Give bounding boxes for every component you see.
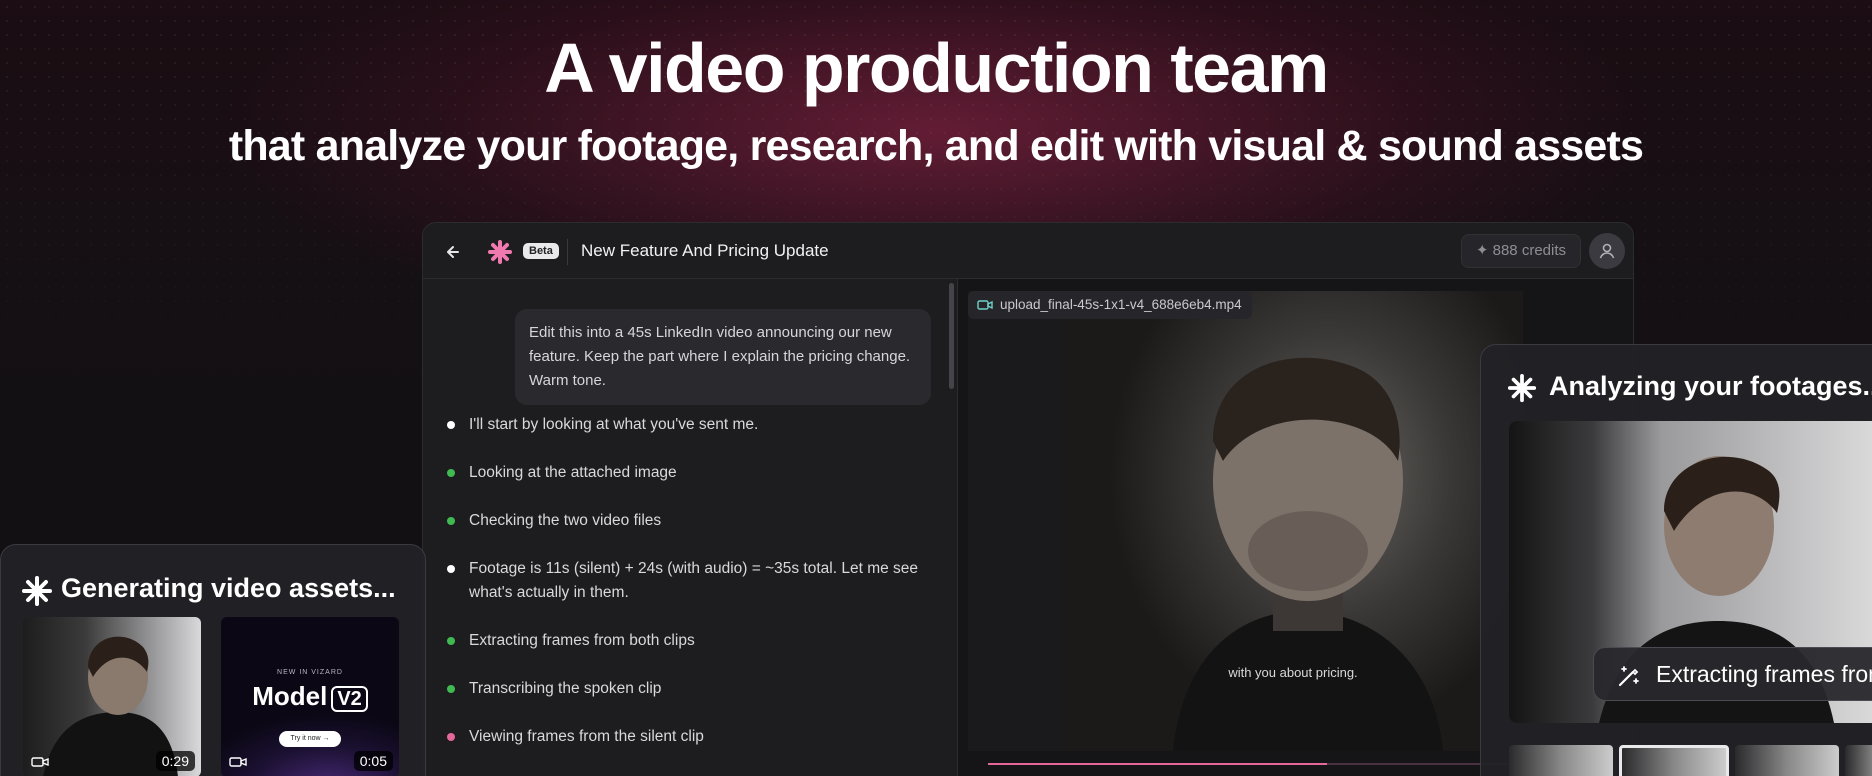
step-text: Looking at the attached image xyxy=(469,464,677,481)
step-status-dot xyxy=(447,565,455,573)
duration-badge: 0:29 xyxy=(155,751,195,771)
hero-title: A video production team xyxy=(544,29,1329,107)
analyzing-footage-card: Analyzing your footages... Extracting fr… xyxy=(1480,344,1872,776)
subtitle-caption: with you about pricing. xyxy=(1228,665,1358,680)
file-name: upload_final-45s-1x1-v4_688e6eb4.mp4 xyxy=(1000,297,1242,312)
agent-step: Looking at the attached image xyxy=(439,461,939,485)
sparkle-icon xyxy=(1507,373,1537,403)
playback-progress-bar[interactable] xyxy=(988,763,1518,765)
agent-step: Extracting frames from both clips xyxy=(439,629,939,653)
status-pill-label: Extracting frames from both clips xyxy=(1656,661,1872,687)
video-camera-icon xyxy=(31,757,49,767)
agent-step: I'll start by looking at what you've sen… xyxy=(439,413,939,437)
promo-version-label: V2 xyxy=(331,686,368,712)
beta-badge: Beta xyxy=(523,243,559,259)
step-text: Checking the two video files xyxy=(469,512,662,529)
user-message: Edit this into a 45s LinkedIn video anno… xyxy=(515,309,931,405)
agent-step: Footage is 11s (silent) + 24s (with audi… xyxy=(439,557,939,605)
step-status-dot xyxy=(447,421,455,429)
frame-thumbnail-selected[interactable] xyxy=(1619,745,1729,776)
step-status-dot xyxy=(447,469,455,477)
asset-thumbnail[interactable]: 0:29 xyxy=(23,617,201,776)
video-camera-icon xyxy=(229,757,247,767)
file-name-tag: upload_final-45s-1x1-v4_688e6eb4.mp4 xyxy=(968,291,1252,319)
step-text: Footage is 11s (silent) + 24s (with audi… xyxy=(469,560,919,601)
logo-icon[interactable] xyxy=(487,239,513,265)
step-status-dot xyxy=(447,517,455,525)
frame-thumbnail[interactable] xyxy=(1845,745,1872,776)
project-title[interactable]: New Feature And Pricing Update xyxy=(581,241,829,261)
presenter-silhouette xyxy=(1173,357,1443,751)
promo-cta: Try it now → xyxy=(279,731,341,747)
step-text: I'll start by looking at what you've sen… xyxy=(469,416,759,433)
chat-panel: Edit this into a 45s LinkedIn video anno… xyxy=(423,279,957,776)
agent-step: Checking the two video files xyxy=(439,509,939,533)
asset-thumbnail[interactable]: NEW IN VIZARD Model V2 Try it now → 0:05 xyxy=(221,617,399,776)
step-status-dot xyxy=(447,685,455,693)
playback-progress-fill xyxy=(988,763,1328,765)
credits-button[interactable]: ✦ 888 credits xyxy=(1460,234,1581,268)
step-text: Viewing frames from the silent clip xyxy=(469,728,704,745)
promo-eyebrow: NEW IN VIZARD xyxy=(277,669,343,676)
video-letterbox xyxy=(968,291,1063,751)
step-text: Transcribing the spoken clip xyxy=(469,680,662,697)
app-topbar: Beta New Feature And Pricing Update ✦ 88… xyxy=(423,223,1633,279)
frame-thumbnail[interactable] xyxy=(1509,745,1613,776)
user-avatar[interactable] xyxy=(1589,233,1625,269)
generating-title: Generating video assets... xyxy=(61,573,396,603)
credits-label: 888 credits xyxy=(1492,242,1566,259)
back-arrow-icon[interactable] xyxy=(443,241,465,263)
chat-scrollbar[interactable] xyxy=(949,283,954,389)
sparkle-icon: ✦ xyxy=(1475,242,1493,259)
frame-thumbnail[interactable] xyxy=(1735,745,1839,776)
step-status-dot xyxy=(447,637,455,645)
step-status-dot xyxy=(447,733,455,741)
video-camera-icon xyxy=(977,300,993,310)
analyzing-title: Analyzing your footages... xyxy=(1549,371,1872,401)
agent-step-list: I'll start by looking at what you've sen… xyxy=(439,413,939,773)
agent-step: Viewing frames from the silent clip xyxy=(439,725,939,749)
user-icon xyxy=(1599,243,1615,259)
promo-model-label: Model xyxy=(252,681,328,711)
step-text: Extracting frames from both clips xyxy=(469,632,695,649)
promo-model-title: Model V2 xyxy=(221,681,399,712)
duration-badge: 0:05 xyxy=(353,751,393,771)
magic-wand-icon xyxy=(1618,666,1639,687)
app-window: Beta New Feature And Pricing Update ✦ 88… xyxy=(422,222,1634,776)
video-frame[interactable]: with you about pricing. xyxy=(1063,291,1523,751)
sparkle-icon xyxy=(22,576,52,606)
generating-assets-card: Generating video assets... 0:29 NEW IN V… xyxy=(0,544,426,776)
agent-step: Transcribing the spoken clip xyxy=(439,677,939,701)
topbar-divider xyxy=(567,239,568,265)
status-pill: Extracting frames from both clips xyxy=(1593,647,1872,701)
hero-subtitle: that analyze your footage, research, and… xyxy=(228,122,1644,170)
